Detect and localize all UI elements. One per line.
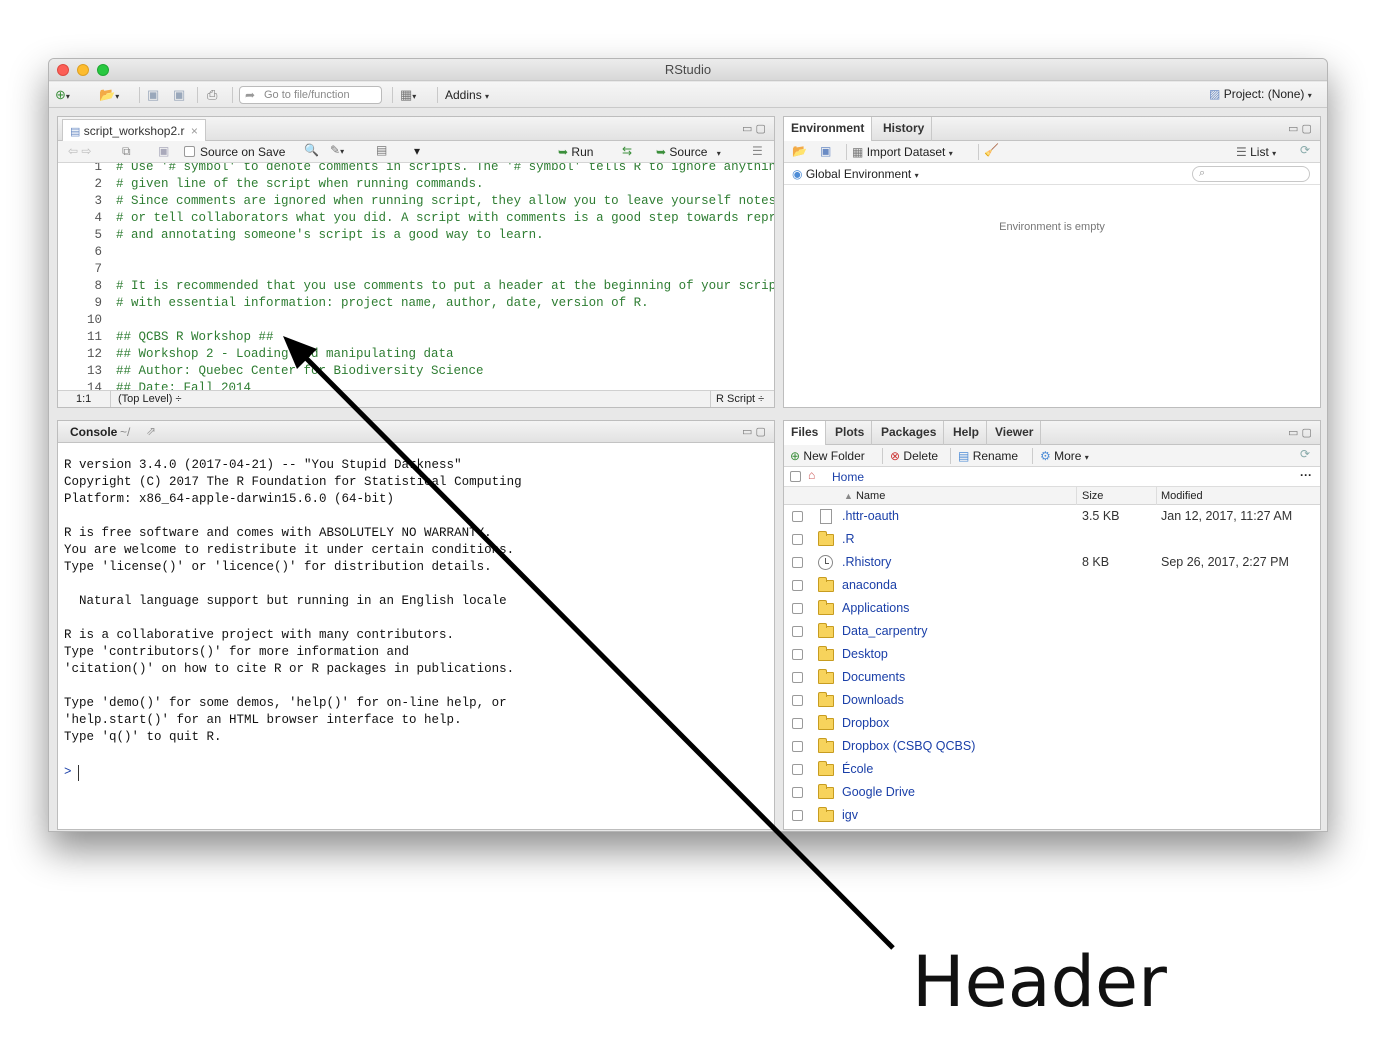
arrow-shaft <box>298 350 895 950</box>
annotation-label: Header <box>912 941 1167 1023</box>
annotation-arrow <box>283 336 895 950</box>
